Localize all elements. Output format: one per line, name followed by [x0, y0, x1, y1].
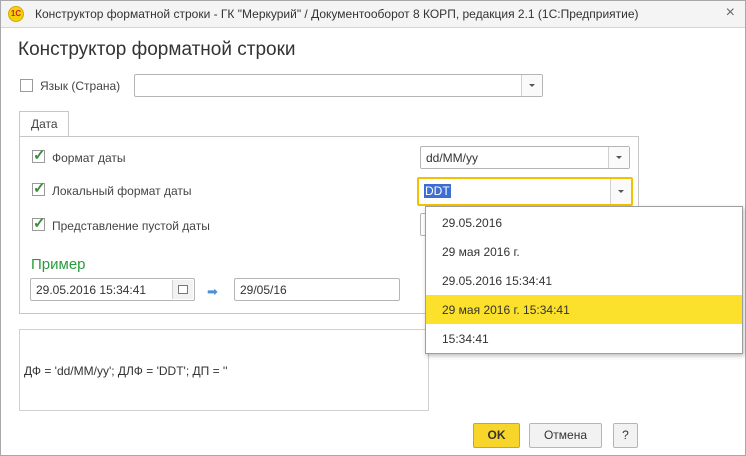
- ok-button[interactable]: OK: [473, 423, 520, 448]
- dropdown-option-selected[interactable]: 29 мая 2016 г. 15:34:41: [426, 295, 742, 324]
- checkmark-icon: ✓: [33, 215, 46, 232]
- example-date-value: 29.05.2016 15:34:41: [36, 283, 147, 297]
- format-string-result: ДФ = 'dd/MM/yy'; ДЛФ = 'DDT'; ДП = '': [19, 329, 429, 411]
- page-title: Конструктор форматной строки: [18, 39, 296, 60]
- empty-date-label: Представление пустой даты: [52, 219, 210, 233]
- local-date-format-label: Локальный формат даты: [52, 184, 192, 198]
- close-icon[interactable]: ×: [726, 4, 735, 22]
- cancel-button[interactable]: Отмена: [529, 423, 602, 448]
- language-dropdown-button[interactable]: [521, 75, 542, 96]
- language-checkbox[interactable]: [20, 79, 33, 92]
- calendar-icon[interactable]: [172, 280, 193, 299]
- chevron-down-icon: [616, 156, 622, 159]
- dropdown-option[interactable]: 29 мая 2016 г.: [426, 237, 742, 266]
- dropdown-option[interactable]: 29.05.2016 15:34:41: [426, 266, 742, 295]
- tab-date[interactable]: Дата: [19, 111, 69, 137]
- local-date-format-select[interactable]: DDT: [417, 177, 633, 206]
- language-select[interactable]: [134, 74, 543, 97]
- date-format-dropdown-button[interactable]: [608, 147, 629, 168]
- window-title: Конструктор форматной строки - ГК "Мерку…: [35, 7, 639, 21]
- date-format-label: Формат даты: [52, 151, 126, 165]
- example-date-input[interactable]: 29.05.2016 15:34:41: [30, 278, 195, 301]
- example-output-value: 29/05/16: [240, 283, 287, 297]
- dropdown-option[interactable]: 15:34:41: [426, 324, 742, 353]
- date-format-select[interactable]: dd/MM/yy: [420, 146, 630, 169]
- example-heading: Пример: [31, 256, 86, 273]
- example-output-field: 29/05/16: [234, 278, 400, 301]
- local-date-format-dropdown-button[interactable]: [610, 179, 631, 204]
- local-date-format-dropdown-list: 29.05.2016 29 мая 2016 г. 29.05.2016 15:…: [425, 206, 743, 354]
- title-bar: 1С Конструктор форматной строки - ГК "Ме…: [1, 1, 745, 28]
- app-logo-icon: 1С: [8, 6, 24, 22]
- arrow-right-icon: ➡: [207, 284, 218, 299]
- language-label: Язык (Страна): [40, 79, 121, 93]
- dialog-window: 1С Конструктор форматной строки - ГК "Ме…: [0, 0, 746, 456]
- checkmark-icon: ✓: [33, 180, 46, 197]
- tab-date-label: Дата: [31, 117, 58, 131]
- dropdown-option[interactable]: 29.05.2016: [426, 208, 742, 237]
- date-format-value: dd/MM/yy: [426, 151, 479, 165]
- chevron-down-icon: [618, 190, 624, 193]
- checkmark-icon: ✓: [33, 147, 46, 164]
- format-string-text: ДФ = 'dd/MM/yy'; ДЛФ = 'DDT'; ДП = '': [24, 364, 228, 378]
- local-date-format-value: DDT: [424, 184, 451, 198]
- help-button[interactable]: ?: [613, 423, 638, 448]
- chevron-down-icon: [529, 84, 535, 87]
